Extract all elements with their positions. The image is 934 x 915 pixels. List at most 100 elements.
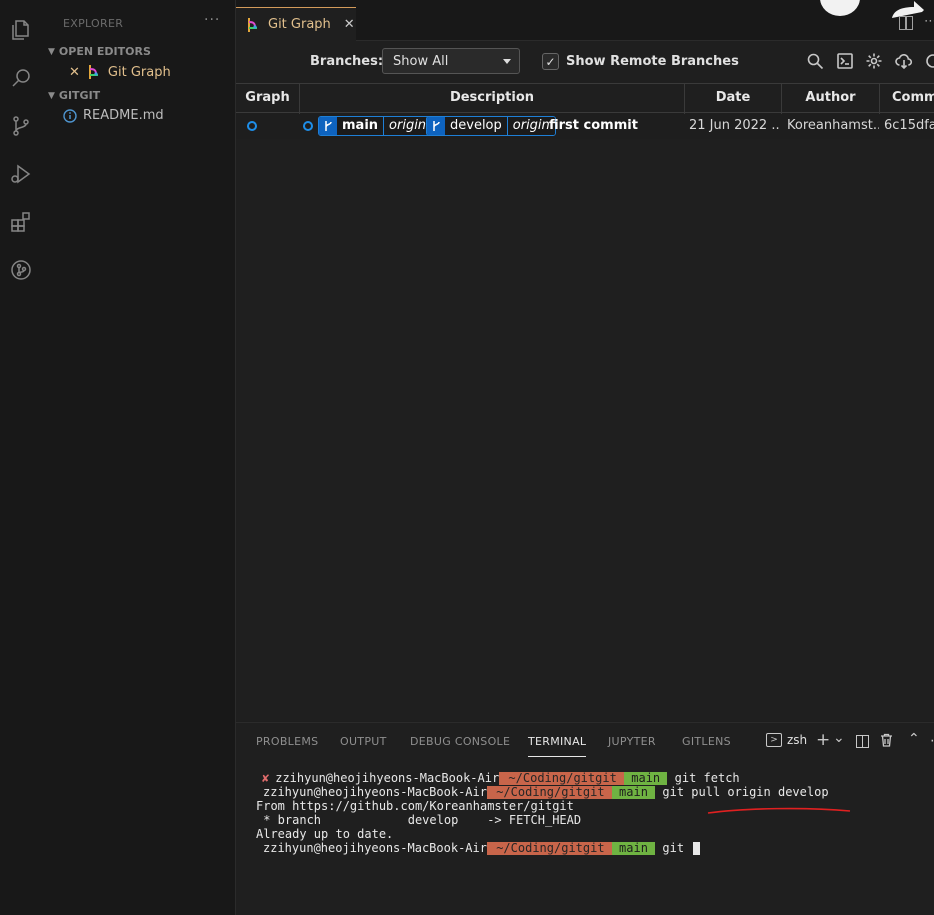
- terminal-icon[interactable]: [836, 52, 854, 70]
- gitgit-label: GITGIT: [58, 89, 101, 102]
- active-tab-indicator: [528, 756, 586, 757]
- commit-table: Graph Description Date Author Comm main …: [236, 83, 934, 139]
- split-terminal-icon[interactable]: [856, 735, 869, 748]
- open-editor-label: Git Graph: [107, 64, 171, 80]
- command-text: git: [655, 841, 692, 855]
- show-remote-branches-label[interactable]: Show Remote Branches: [566, 54, 739, 69]
- trash-icon[interactable]: [880, 733, 893, 751]
- error-mark: ✘: [262, 771, 270, 785]
- file-label: README.md: [83, 108, 164, 123]
- commit-node: [303, 121, 313, 131]
- column-date[interactable]: Date: [685, 84, 782, 114]
- open-editor-git-graph[interactable]: ✕ Git Graph: [69, 64, 171, 80]
- git-graph-controls: Branches: Show All ✓ Show Remote Branche…: [236, 41, 934, 83]
- ref-branch-develop[interactable]: develop origin: [426, 116, 556, 136]
- tab-git-graph[interactable]: Git Graph ✕: [236, 7, 356, 41]
- gitgit-section[interactable]: ▼ GITGIT: [48, 89, 100, 102]
- terminal-shell-selector[interactable]: > zsh: [766, 733, 807, 747]
- open-editors-label: OPEN EDITORS: [58, 45, 151, 58]
- more-actions-icon[interactable]: ⋯: [924, 14, 934, 29]
- show-remote-branches-checkbox[interactable]: ✓: [542, 53, 559, 70]
- branches-select[interactable]: Show All: [382, 48, 520, 74]
- bottom-panel: PROBLEMS OUTPUT DEBUG CONSOLE TERMINAL J…: [236, 722, 934, 915]
- maximize-panel-icon[interactable]: ⌃: [908, 731, 920, 747]
- activity-bar: [0, 0, 42, 915]
- graph-node: [247, 121, 257, 131]
- source-control-icon[interactable]: [7, 112, 35, 140]
- chevron-down-icon: ▼: [48, 46, 55, 57]
- more-actions-icon[interactable]: ···: [204, 12, 220, 28]
- terminal-line: zzihyun@heojihyeons-MacBook-Air ~/Coding…: [256, 785, 829, 799]
- ref-remote: origin: [383, 117, 432, 135]
- open-editors-section[interactable]: ▼ OPEN EDITORS: [48, 45, 151, 58]
- prompt-path: ~/Coding/gitgit: [486, 784, 612, 799]
- tab-debug-console[interactable]: DEBUG CONSOLE: [410, 735, 510, 748]
- ref-name: develop: [445, 117, 507, 135]
- extensions-icon[interactable]: [7, 208, 35, 236]
- terminal-line: ✘ zzihyun@heojihyeons-MacBook-Air ~/Codi…: [256, 771, 829, 785]
- command-text: git fetch: [667, 771, 740, 785]
- tab-output[interactable]: OUTPUT: [340, 735, 387, 748]
- more-actions-icon[interactable]: ⋯: [930, 733, 934, 749]
- commit-message: first commit: [549, 118, 638, 133]
- commit-date: 21 Jun 2022 ...: [689, 118, 781, 133]
- commit-author: Koreanhamst...: [787, 118, 879, 133]
- table-header: Graph Description Date Author Comm: [236, 83, 934, 114]
- terminal-icon: >: [766, 733, 782, 747]
- terminal-cursor: [693, 841, 701, 855]
- tab-problems[interactable]: PROBLEMS: [256, 735, 318, 748]
- column-graph[interactable]: Graph: [236, 84, 300, 114]
- table-row[interactable]: main origin develop origin first commit …: [236, 113, 934, 139]
- prompt-branch: main: [611, 784, 656, 799]
- prompt-path: ~/Coding/gitgit: [499, 770, 625, 785]
- file-readme[interactable]: README.md: [63, 108, 164, 123]
- chevron-down-icon: [503, 59, 511, 64]
- branch-icon: [319, 117, 337, 135]
- chevron-down-icon[interactable]: ⌄: [833, 730, 845, 746]
- gear-icon[interactable]: [865, 52, 883, 70]
- column-author[interactable]: Author: [782, 84, 880, 114]
- commit-hash: 6c15dfa: [884, 118, 934, 133]
- git-history-icon[interactable]: [7, 256, 35, 284]
- prompt-path: ~/Coding/gitgit: [486, 840, 612, 855]
- branches-label: Branches:: [310, 54, 384, 69]
- refresh-icon[interactable]: [924, 52, 934, 70]
- column-commit[interactable]: Comm: [880, 84, 934, 114]
- branches-select-value: Show All: [393, 53, 449, 69]
- column-description[interactable]: Description: [300, 84, 685, 114]
- prompt-branch: main: [624, 770, 668, 785]
- cloud-fetch-icon[interactable]: [895, 52, 913, 70]
- prompt-branch: main: [611, 840, 656, 855]
- new-terminal-icon[interactable]: +: [816, 730, 830, 750]
- explorer-header: EXPLORER: [63, 17, 124, 30]
- close-icon[interactable]: ✕: [69, 65, 80, 80]
- tab-terminal[interactable]: TERMINAL: [528, 735, 586, 748]
- prompt-user: zzihyun@heojihyeons-MacBook-Air: [263, 785, 487, 799]
- search-icon[interactable]: [7, 64, 35, 92]
- find-icon[interactable]: [806, 52, 824, 70]
- editor-empty-area: [236, 139, 934, 721]
- tab-gitlens[interactable]: GITLENS: [682, 735, 731, 748]
- git-graph-icon: [88, 65, 98, 79]
- prompt-user: zzihyun@heojihyeons-MacBook-Air: [263, 841, 487, 855]
- terminal-line: zzihyun@heojihyeons-MacBook-Air ~/Coding…: [256, 841, 829, 855]
- ref-remote: origin: [506, 117, 555, 135]
- split-editor-icon[interactable]: [899, 16, 913, 30]
- git-graph-icon: [248, 17, 257, 32]
- command-text: git pull origin develop: [655, 785, 829, 799]
- explorer-sidebar: EXPLORER ··· ▼ OPEN EDITORS ✕ Git Graph …: [42, 0, 236, 915]
- branch-icon: [427, 117, 445, 135]
- shell-name: zsh: [787, 733, 808, 747]
- ref-branch-main[interactable]: main origin: [318, 116, 433, 136]
- tab-jupyter[interactable]: JUPYTER: [608, 735, 656, 748]
- tab-label: Git Graph: [268, 17, 331, 32]
- terminal-line: Already up to date.: [256, 827, 394, 841]
- info-icon: [63, 108, 77, 123]
- ref-name: main: [337, 117, 384, 135]
- close-icon[interactable]: ✕: [344, 17, 355, 32]
- red-annotation-underline: [707, 807, 851, 814]
- explorer-files-icon[interactable]: [7, 16, 35, 44]
- chevron-down-icon: ▼: [48, 90, 55, 101]
- run-debug-icon[interactable]: [7, 160, 35, 188]
- prompt-user: zzihyun@heojihyeons-MacBook-Air: [275, 771, 500, 785]
